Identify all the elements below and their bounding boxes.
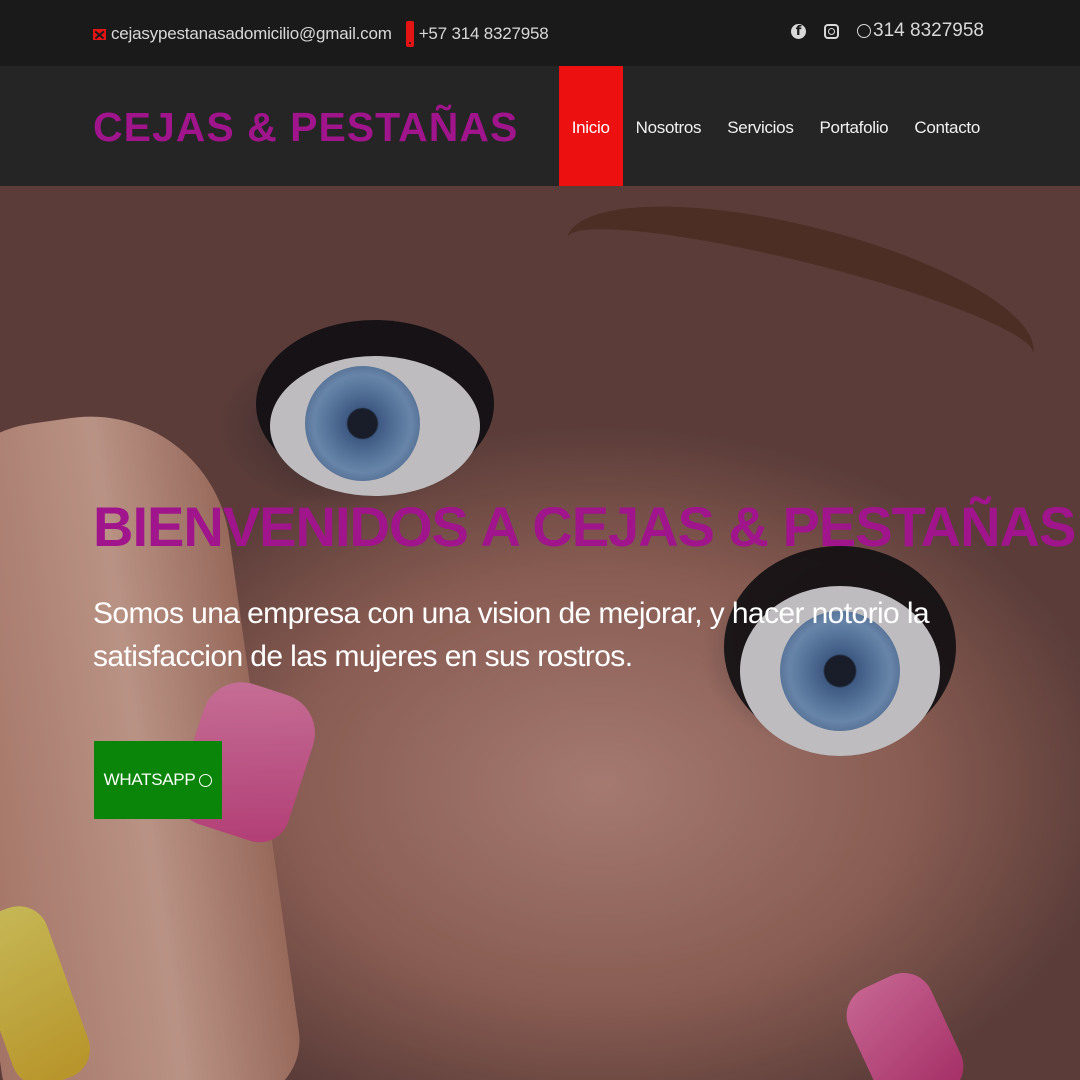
mail-icon	[93, 28, 106, 40]
whatsapp-number: 314 8327958	[873, 20, 984, 41]
nav-item-contacto[interactable]: Contacto	[901, 66, 993, 186]
nav-item-servicios[interactable]: Servicios	[714, 66, 806, 186]
whatsapp-button-label: WHATSAPP	[103, 770, 196, 789]
main-navbar: CEJAS & PESTAÑAS Inicio Nosotros Servici…	[0, 66, 1080, 186]
instagram-icon[interactable]	[824, 23, 840, 39]
phone-text: +57 314 8327958	[418, 24, 549, 43]
whatsapp-button[interactable]: WHATSAPP	[94, 741, 222, 819]
nav-item-portafolio[interactable]: Portafolio	[807, 66, 902, 186]
facebook-icon[interactable]: f	[791, 23, 807, 39]
hero-section: BIENVENIDOS A CEJAS & PESTAÑAS COLOMBIA …	[0, 186, 1080, 1080]
phone-icon	[405, 21, 414, 47]
nav-item-inicio[interactable]: Inicio	[558, 66, 623, 186]
phone-link[interactable]: +57 314 8327958	[405, 21, 549, 47]
whatsapp-icon	[199, 773, 213, 787]
whatsapp-icon	[857, 24, 872, 38]
email-link[interactable]: cejasypestanasadomicilio@gmail.com	[93, 24, 392, 44]
nav-item-nosotros[interactable]: Nosotros	[623, 66, 715, 186]
hero-title: BIENVENIDOS A CEJAS & PESTAÑAS COLOMBIA	[93, 495, 1080, 558]
email-text: cejasypestanasadomicilio@gmail.com	[111, 24, 392, 43]
hero-description: Somos una empresa con una vision de mejo…	[93, 597, 930, 673]
nav-menu: Inicio Nosotros Servicios Portafolio Con…	[558, 66, 993, 186]
top-bar: cejasypestanasadomicilio@gmail.com +57 3…	[0, 0, 1080, 66]
brand-logo[interactable]: CEJAS & PESTAÑAS	[93, 104, 518, 151]
whatsapp-link[interactable]: 314 8327958	[857, 20, 984, 42]
contact-info: cejasypestanasadomicilio@gmail.com +57 3…	[93, 21, 549, 47]
social-links: f 314 8327958	[791, 20, 984, 42]
